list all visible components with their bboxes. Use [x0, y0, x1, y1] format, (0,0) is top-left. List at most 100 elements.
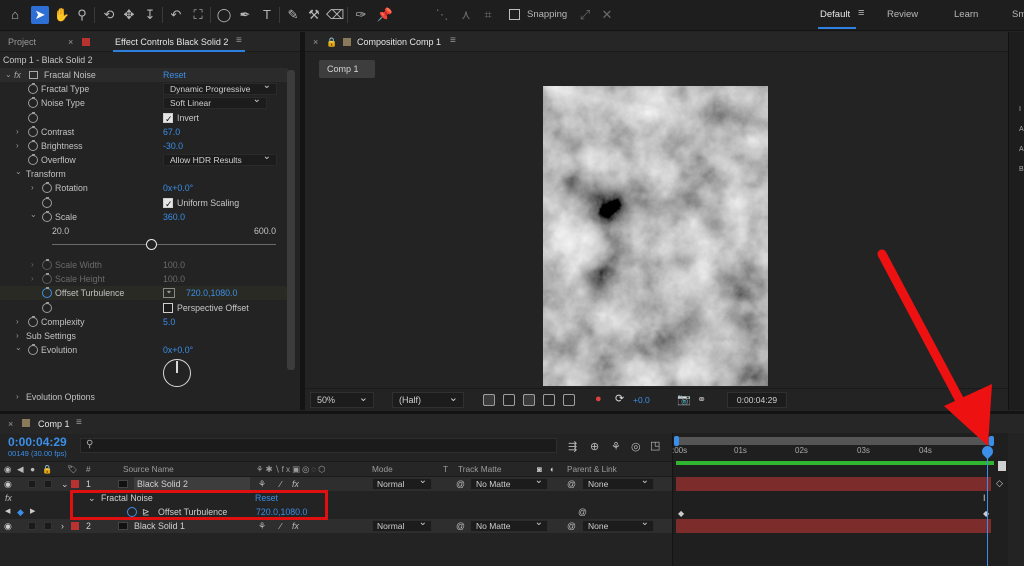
uniform-scaling-checkbox[interactable] [163, 197, 173, 211]
stopwatch-icon[interactable] [28, 154, 38, 165]
tab-project[interactable]: Project [8, 37, 36, 47]
invert-checkbox[interactable] [163, 112, 173, 126]
layer-name[interactable]: Black Solid 2 [134, 477, 250, 491]
collapsed-panel-label[interactable]: I [1019, 106, 1021, 113]
stopwatch-icon[interactable] [28, 140, 38, 151]
solo-box[interactable] [28, 480, 36, 488]
evolution-value[interactable]: 0x+0.0° [163, 343, 193, 357]
stopwatch-icon[interactable] [42, 211, 52, 222]
keyframe-nav-icon[interactable]: ◇ [996, 478, 1003, 489]
pickwhip-icon[interactable]: @ [456, 519, 465, 533]
color-management-icon[interactable]: ● [595, 393, 602, 405]
parent-dropdown[interactable]: None [582, 518, 654, 532]
tab-effect-controls[interactable]: Effect Controls Black Solid 2 [115, 37, 228, 47]
workspace-default[interactable]: Default [820, 9, 850, 20]
workspace-menu-icon[interactable]: ≡ [858, 7, 864, 19]
eraser-tool-icon[interactable]: ⌫ [326, 6, 344, 24]
stopwatch-icon[interactable] [42, 302, 52, 313]
exposure-value[interactable]: +0.0 [633, 395, 650, 405]
workspace-review[interactable]: Review [887, 9, 918, 20]
chevron-down-icon[interactable]: ⌄ [61, 477, 68, 491]
reset-link[interactable]: Reset [163, 68, 186, 82]
chevron-right-icon[interactable]: › [16, 139, 19, 153]
layer-row[interactable]: ◉ › 2 Black Solid 1 ⚘ ∕ fx Normal @ No M… [0, 518, 672, 533]
reset-exposure-icon[interactable]: ⟳ [615, 392, 624, 405]
pickwhip-icon[interactable]: @ [456, 477, 465, 491]
pan-camera-icon[interactable]: ✥ [120, 6, 138, 24]
stopwatch-active-icon[interactable] [42, 287, 52, 298]
panel-menu-icon[interactable]: ≡ [76, 417, 82, 428]
timeline-search-input[interactable]: ⚲ [80, 438, 557, 453]
stopwatch-icon[interactable] [42, 273, 52, 284]
layer-color-label[interactable] [71, 480, 79, 488]
view-axis-icon[interactable]: ⌗ [479, 6, 497, 24]
chevron-down-icon[interactable]: ⌄ [5, 68, 12, 82]
perspective-offset-checkbox[interactable] [163, 303, 173, 313]
track-matte-dropdown[interactable]: No Matte [470, 518, 548, 532]
evolution-dial[interactable] [163, 359, 191, 387]
stopwatch-icon[interactable] [28, 112, 38, 123]
add-keyframe-icon[interactable]: ◆ [17, 505, 24, 519]
shy-layers-icon[interactable]: ⚘ [611, 440, 621, 453]
chevron-right-icon[interactable]: › [16, 315, 19, 329]
layer-row[interactable]: ◉ ⌄ 1 Black Solid 2 ⚘ ∕ fx Normal @ No M… [0, 476, 672, 491]
parent-pickwhip-icon[interactable]: @ [567, 519, 576, 533]
close-icon[interactable]: × [313, 37, 318, 47]
scale-slider-handle[interactable] [145, 239, 157, 250]
layer-color-label[interactable] [71, 522, 79, 530]
resolution-dropdown[interactable]: (Half) [392, 391, 464, 408]
zoom-tool-icon[interactable]: ⚲ [73, 6, 91, 24]
grid-guides-icon[interactable] [543, 394, 555, 406]
transparency-grid-icon[interactable] [503, 394, 515, 406]
stopwatch-icon[interactable] [42, 259, 52, 270]
rotate-tool-icon[interactable]: ↶ [167, 6, 185, 24]
lock-box[interactable] [44, 480, 52, 488]
track-matte-dropdown[interactable]: No Matte [470, 476, 548, 490]
show-snapshot-icon[interactable]: ⚭ [697, 393, 706, 406]
effect-switch-icon[interactable]: fx [292, 519, 299, 533]
snap-point-icon[interactable]: ✕ [598, 6, 616, 24]
transform-row[interactable]: ⌄ Transform [0, 167, 288, 181]
channel-icon[interactable] [563, 394, 575, 406]
graph-editor-icon[interactable]: ◳ [650, 439, 660, 452]
stopwatch-icon[interactable] [28, 344, 38, 355]
overflow-dropdown[interactable]: Allow HDR Results [163, 152, 277, 166]
keyframe-start-icon[interactable]: ◆ [678, 509, 684, 518]
anchor-point-tool-icon[interactable]: ⛶ [189, 6, 207, 24]
prev-keyframe-icon[interactable]: ◀ [5, 505, 10, 519]
scale-slider-track[interactable] [52, 244, 276, 245]
stopwatch-icon[interactable] [28, 126, 38, 137]
panel-menu-icon[interactable]: ≡ [236, 35, 242, 46]
selection-tool-icon[interactable]: ➤ [31, 6, 49, 24]
stopwatch-icon[interactable] [28, 316, 38, 327]
comp-breadcrumb-button[interactable]: Comp 1 [319, 60, 375, 78]
chevron-right-icon[interactable]: › [31, 181, 34, 195]
blend-mode-dropdown[interactable]: Normal [372, 476, 432, 490]
composition-flowchart-icon[interactable]: ⇶ [568, 440, 577, 453]
current-time-display[interactable]: 0:00:04:29 [727, 392, 787, 408]
brightness-value[interactable]: -30.0 [163, 139, 183, 153]
evolution-options-row[interactable]: › Evolution Options [0, 390, 288, 404]
crosshair-icon[interactable]: ⌖ [163, 288, 175, 298]
region-of-interest-icon[interactable] [483, 394, 495, 406]
chevron-down-icon[interactable]: ⌄ [15, 341, 22, 355]
puppet-pin-tool-icon[interactable]: 📌 [376, 6, 394, 24]
roto-brush-tool-icon[interactable]: ✑ [352, 6, 370, 24]
home-icon[interactable]: ⌂ [6, 6, 24, 24]
chevron-right-icon[interactable]: › [16, 125, 19, 139]
stopwatch-icon[interactable] [42, 182, 52, 193]
audio-icon[interactable]: ◀ [17, 464, 23, 474]
parent-dropdown[interactable]: None [582, 476, 654, 490]
chevron-right-icon[interactable]: › [31, 272, 34, 286]
snapshot-camera-icon[interactable]: 📷 [677, 393, 691, 406]
lock-box[interactable] [44, 522, 52, 530]
contrast-value[interactable]: 67.0 [163, 125, 180, 139]
ellipse-tool-icon[interactable]: ◯ [215, 6, 233, 24]
blend-mode-dropdown[interactable]: Normal [372, 518, 432, 532]
workspace-small-screen[interactable]: Sm [1012, 9, 1024, 20]
video-visibility-icon[interactable]: ◉ [4, 464, 11, 474]
chevron-right-icon[interactable]: › [16, 390, 19, 404]
parent-pickwhip-icon[interactable]: @ [567, 477, 576, 491]
chevron-down-icon[interactable]: ⌄ [30, 208, 37, 222]
workspace-learn[interactable]: Learn [954, 9, 978, 20]
